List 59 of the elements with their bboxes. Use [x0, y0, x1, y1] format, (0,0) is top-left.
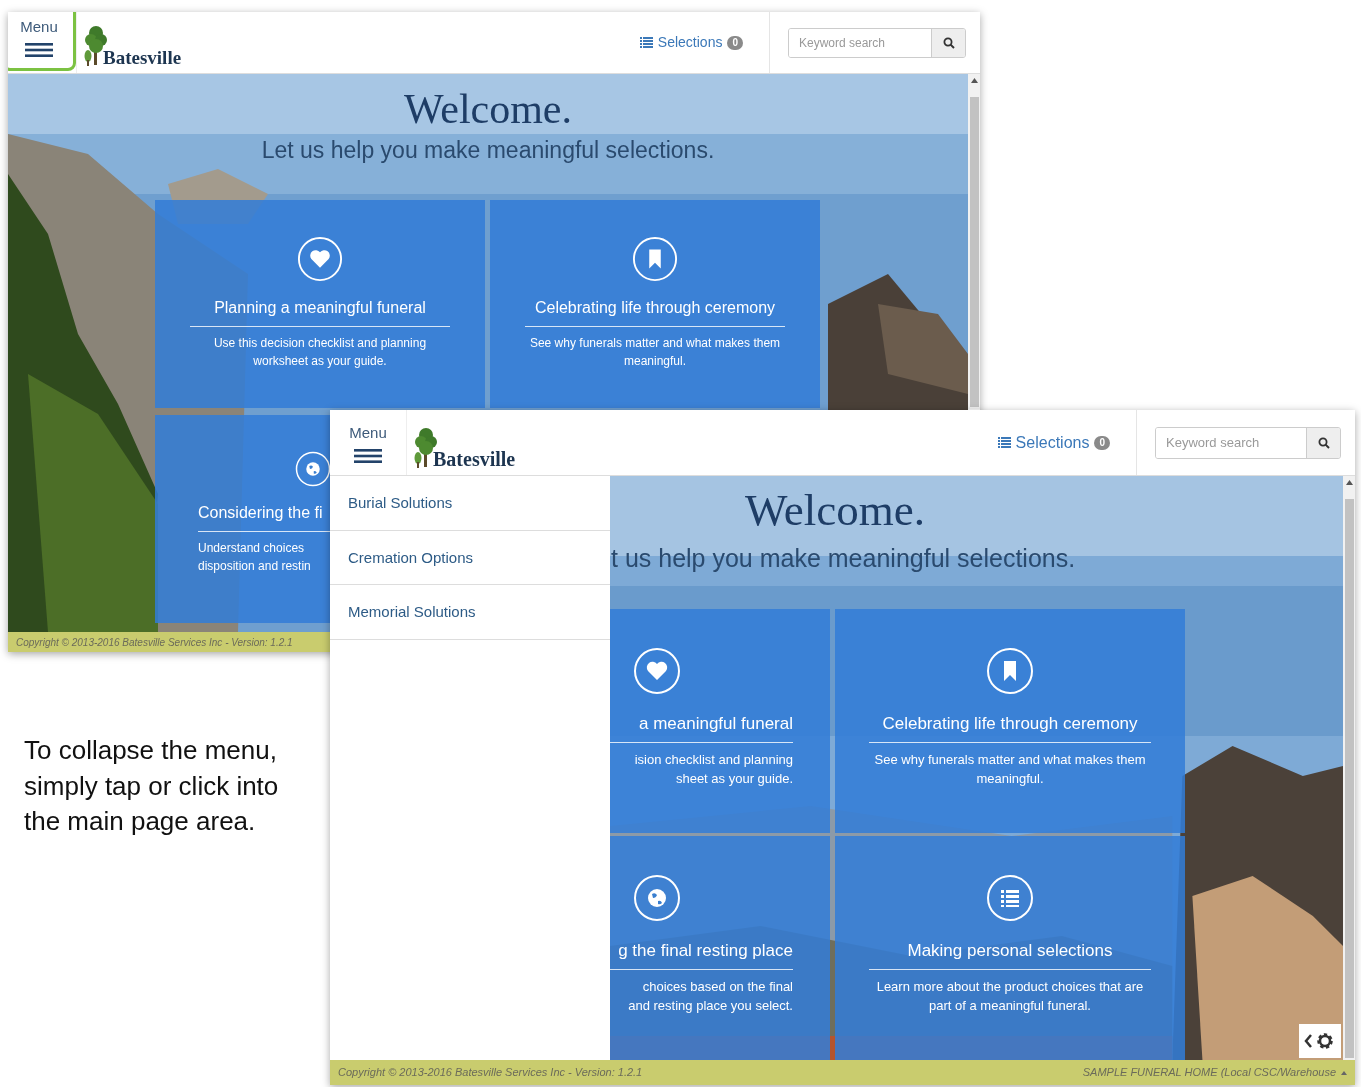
tile-description: Use this decision checklist and planning worksheet as your guide.	[213, 335, 427, 370]
tile-card[interactable]: Planning a meaningful funeral Use this decision checklist and planning worksheet as your guide.	[155, 200, 485, 409]
menu-icon	[354, 448, 382, 463]
tile-card[interactable]: g the final resting place choices based on the final and resting place you select.	[610, 835, 830, 1060]
settings-button[interactable]	[1299, 1024, 1341, 1058]
selections-link[interactable]: Selections 0	[997, 430, 1110, 455]
search-field[interactable]: Keyword search	[788, 27, 966, 58]
tile-title: a meaningful funeral	[638, 712, 793, 735]
scrollbar[interactable]	[968, 74, 980, 409]
selections-link[interactable]: Selections 0	[639, 32, 743, 53]
search-field[interactable]: Keyword search	[1155, 426, 1341, 459]
arrow-up-icon	[970, 78, 978, 83]
tile-description: ision checklist and planning sheet as your guide.	[634, 751, 793, 788]
arrow-up-icon	[1345, 480, 1353, 485]
tile-title: Celebrating life through ceremony	[882, 712, 1138, 735]
tile-card[interactable]: Making personal selections Learn more about the product choices that are part of a meaningful funeral.	[835, 835, 1185, 1060]
copyright-text: Copyright © 2013-2016 Batesville Services Inc - Version: 1.2.1	[16, 635, 293, 650]
tile-description: Understand choices disposition and restin	[198, 540, 311, 575]
count-badge: 0	[727, 35, 743, 50]
list-icon	[997, 437, 1011, 448]
caption-text: To collapse the menu, simply tap or click into the main page area.	[24, 734, 280, 839]
menu-icon	[25, 42, 53, 57]
search-button[interactable]	[931, 28, 965, 57]
welcome-heading: Welcome.	[743, 488, 926, 533]
welcome-heading: Welcome.	[402, 88, 573, 130]
welcome-subtitle: Let us help you make meaningful selections.	[260, 138, 716, 164]
tile-title: g the final resting place	[618, 939, 793, 962]
tile-description: See why funerals matter and what makes them meaningful.	[874, 751, 1146, 788]
welcome-subtitle: t us help you make meaningful selections.	[610, 545, 1077, 573]
search-button[interactable]	[1306, 427, 1340, 458]
tile-title: Making personal selections	[907, 939, 1113, 962]
list-icon	[986, 873, 1034, 922]
bookmark-icon	[632, 236, 678, 283]
menu-button[interactable]: Menu	[330, 412, 406, 473]
tile-card[interactable]: a meaningful funeral ision checklist and planning sheet as your guide.	[610, 608, 830, 833]
tile-card[interactable]: Celebrating life through ceremony See why funerals matter and what makes them meaningful.	[490, 200, 820, 409]
search-icon	[942, 36, 955, 49]
tile-card[interactable]: Celebrating life through ceremony See why funerals matter and what makes them meaningful.	[835, 608, 1185, 833]
copyright-text: Copyright © 2013-2016 Batesville Services Inc - Version: 1.2.1	[338, 1065, 643, 1081]
brand-logo-text: Batesville	[433, 449, 516, 469]
bookmark-icon	[986, 646, 1034, 695]
tile-card[interactable]: Considering the fi Understand choices disposition and restin	[155, 415, 330, 624]
count-badge: 0	[1094, 435, 1110, 450]
scrollbar[interactable]	[1343, 476, 1355, 1060]
tile-description: Learn more about the product choices that are part of a meaningful funeral.	[876, 978, 1144, 1015]
tile-description: choices based on the final and resting place you select.	[628, 978, 793, 1015]
globe-icon	[633, 873, 681, 922]
tile-title: Celebrating life through ceremony	[534, 298, 776, 319]
tile-title: Planning a meaningful funeral	[214, 298, 426, 319]
scroll-thumb[interactable]	[969, 97, 979, 407]
menu-button[interactable]: Menu	[8, 12, 76, 71]
brand-logo-text: Batesville	[103, 48, 182, 67]
tile-description: See why funerals matter and what makes them meaningful.	[529, 335, 781, 370]
funeral-home-text: SAMPLE FUNERAL HOME (Local CSC/Warehouse	[1082, 1065, 1336, 1081]
tile-title: Considering the fi	[198, 503, 323, 524]
scroll-thumb[interactable]	[1344, 499, 1354, 1058]
list-icon	[639, 37, 653, 48]
search-icon	[1317, 436, 1330, 449]
caret-icon	[1341, 1070, 1347, 1075]
